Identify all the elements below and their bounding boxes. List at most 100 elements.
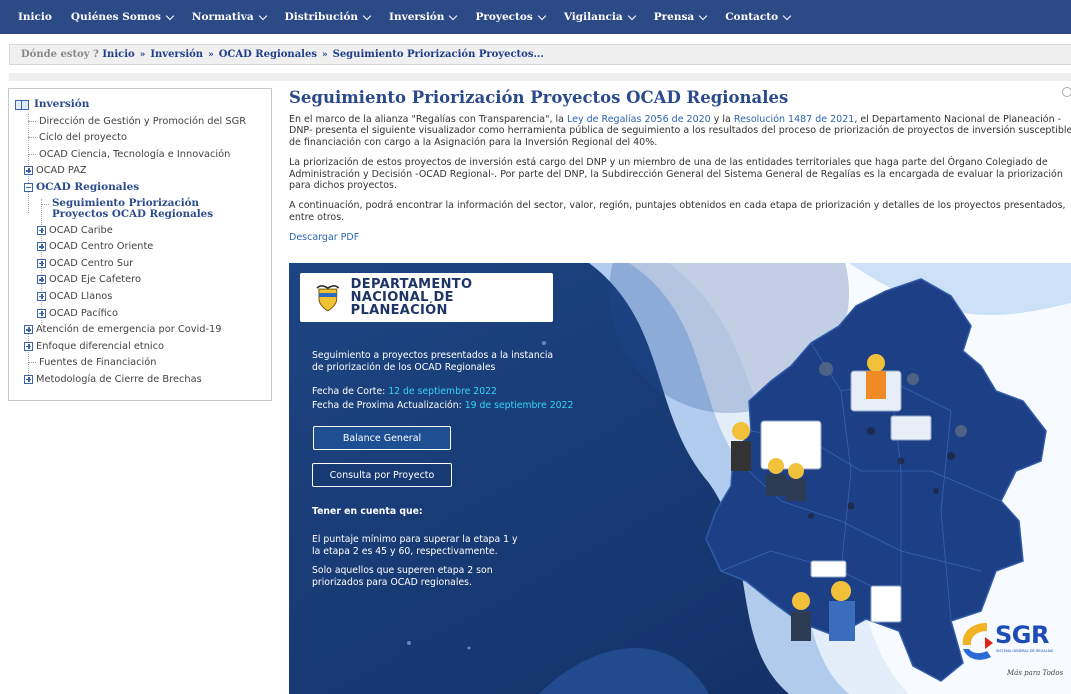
breadcrumb-current[interactable]: Seguimiento Priorización Proyectos... [333, 49, 544, 60]
sidebar-item-label: OCAD Eje Cafetero [49, 274, 141, 286]
sidebar-item-label: Seguimiento Priorización Proyectos OCAD … [52, 196, 214, 221]
breadcrumb-separator-icon: » [139, 49, 146, 60]
nav-label: Vigilancia [563, 11, 623, 23]
download-pdf-link[interactable]: Descargar PDF [289, 232, 359, 243]
chevron-down-icon [362, 11, 372, 20]
sidebar-item-ocad-centro-sur[interactable]: OCAD Centro Sur [9, 256, 271, 273]
sidebar-item-label: OCAD Caribe [49, 224, 113, 236]
tree-connector [28, 120, 36, 122]
tree-connector [28, 362, 36, 364]
chevron-down-icon [449, 11, 458, 20]
sidebar-item-label: Metodología de Cierre de Brechas [36, 373, 202, 385]
sidebar-root-inversion[interactable]: Inversión [9, 97, 271, 114]
breadcrumb-separator-icon: » [321, 49, 328, 60]
balance-general-button[interactable]: Balance General [313, 426, 451, 450]
sidebar-item-ciclo-proyecto[interactable]: Ciclo del proyecto [9, 130, 271, 147]
chevron-down-icon [698, 11, 708, 20]
sidebar-item-ocad-centro-oriente[interactable]: OCAD Centro Oriente [9, 239, 271, 256]
main-content: Seguimiento Priorización Proyectos OCAD … [289, 88, 1071, 243]
expand-plus-icon[interactable] [24, 325, 33, 335]
expand-plus-icon[interactable] [37, 258, 46, 268]
sidebar-item-label: OCAD Centro Sur [49, 257, 134, 269]
nav-label: Distribución [284, 11, 359, 23]
breadcrumb-inversion[interactable]: Inversión [150, 49, 203, 60]
sidebar-item-enfoque-diferencial[interactable]: Enfoque diferencial etnico [9, 339, 271, 356]
tree-connector [28, 137, 36, 139]
sidebar-item-metodologia-brechas[interactable]: Metodología de Cierre de Brechas [9, 372, 271, 389]
sidebar-item-ocad-caribe[interactable]: OCAD Caribe [9, 223, 271, 240]
expand-plus-icon[interactable] [24, 341, 33, 351]
expand-plus-icon[interactable] [37, 308, 46, 318]
logo-line: NACIONAL DE PLANEACIÓN [350, 290, 454, 318]
sidebar-item-label: OCAD Centro Oriente [49, 241, 154, 253]
nav-label: Inversión [389, 11, 445, 23]
fecha-corte: Fecha de Corte: 12 de septiembre 2022 [312, 386, 612, 398]
sidebar-item-direccion-gestion[interactable]: Dirección de Gestión y Promoción del SGR [9, 114, 271, 131]
sidebar-item-label: Ciclo del proyecto [39, 132, 127, 144]
nota-priorizados: Solo aquellos que superen etapa 2 son pr… [312, 565, 493, 588]
dashboard-banner[interactable]: DEPARTAMENTO NACIONAL DE PLANEACIÓN Segu… [289, 263, 1071, 694]
sidebar-item-ocad-pacifico[interactable]: OCAD Pacífico [9, 306, 271, 323]
book-icon [15, 100, 29, 110]
expand-plus-icon[interactable] [37, 291, 46, 301]
breadcrumb-ocad-regionales[interactable]: OCAD Regionales [219, 49, 317, 60]
tree-connector [41, 203, 49, 205]
chevron-down-icon [165, 11, 175, 20]
nav-distribucion[interactable]: Distribución [284, 11, 372, 23]
chevron-down-icon [782, 11, 792, 20]
sidebar-item-label: OCAD Regionales [36, 180, 140, 193]
sidebar-item-covid[interactable]: Atención de emergencia por Covid-19 [9, 322, 271, 339]
sidebar-item-ocad-eje-cafetero[interactable]: OCAD Eje Cafetero [9, 272, 271, 289]
sidebar-tree: Inversión Dirección de Gestión y Promoci… [8, 88, 272, 401]
sidebar-item-label: Inversión [34, 98, 90, 110]
paragraph-text: En el marco de la alianza "Regalías con … [289, 114, 568, 125]
nav-contacto[interactable]: Contacto [725, 11, 792, 23]
sgr-slogan: Más para Todos [1007, 669, 1064, 677]
collapse-minus-icon[interactable] [24, 182, 33, 192]
expand-plus-icon[interactable] [24, 374, 33, 384]
divider [9, 73, 1071, 81]
nav-quienes-somos[interactable]: Quiénes Somos [70, 11, 175, 23]
breadcrumb-inicio[interactable]: Inicio [102, 49, 134, 60]
fecha-corte-label: Fecha de Corte: [312, 386, 389, 397]
nav-proyectos[interactable]: Proyectos [475, 11, 547, 23]
fecha-corte-value: 12 de septiembre 2022 [388, 386, 497, 397]
paragraph-text: y la [710, 114, 734, 125]
sidebar-item-label: Atención de emergencia por Covid-19 [36, 324, 222, 336]
nav-inicio[interactable]: Inicio [18, 11, 52, 23]
nota-titulo: Tener en cuenta que: [312, 506, 423, 517]
logo-text: DEPARTAMENTO NACIONAL DE PLANEACIÓN [351, 278, 553, 317]
sidebar-item-label: OCAD Llanos [49, 290, 113, 302]
sgr-logo: SGR SISTEMA GENERAL DE REGALÍAS Más para… [957, 615, 1067, 693]
banner-intro: Seguimiento a proyectos presentados a la… [312, 350, 554, 373]
nav-label: Proyectos [475, 11, 533, 23]
page-title: Seguimiento Priorización Proyectos OCAD … [289, 88, 789, 107]
sidebar-item-label: OCAD PAZ [36, 165, 87, 177]
info-paragraph: A continuación, podrá encontrar la infor… [289, 200, 1066, 223]
nav-prensa[interactable]: Prensa [654, 11, 708, 23]
nav-label: Inicio [18, 11, 52, 23]
link-resolucion[interactable]: Resolución 1487 de 2021 [734, 114, 854, 125]
nav-vigilancia[interactable]: Vigilancia [563, 11, 636, 23]
expand-plus-icon[interactable] [37, 275, 46, 285]
sidebar-item-seguimiento-priorizacion[interactable]: Seguimiento Priorización Proyectos OCAD … [9, 197, 271, 223]
dnp-logo: DEPARTAMENTO NACIONAL DE PLANEACIÓN [300, 273, 553, 322]
sidebar-item-ocad-paz[interactable]: OCAD PAZ [9, 163, 271, 180]
expand-plus-icon[interactable] [24, 166, 33, 176]
link-ley-regalias[interactable]: Ley de Regalías 2056 de 2020 [567, 114, 711, 125]
nav-label: Quiénes Somos [70, 11, 161, 23]
consulta-proyecto-button[interactable]: Consulta por Proyecto [312, 463, 452, 487]
sgr-wordmark: SGR [995, 621, 1049, 649]
coat-of-arms-icon [316, 284, 340, 311]
sidebar-item-ocad-ciencia[interactable]: OCAD Ciencia, Tecnología e Innovación [9, 147, 271, 164]
sidebar-item-ocad-regionales[interactable]: OCAD Regionales [9, 180, 271, 197]
expand-plus-icon[interactable] [37, 225, 46, 235]
nav-normativa[interactable]: Normativa [192, 11, 267, 23]
chevron-down-icon [537, 11, 547, 20]
sidebar-item-ocad-llanos[interactable]: OCAD Llanos [9, 289, 271, 306]
breadcrumb: Dónde estoy ? Inicio » Inversión » OCAD … [9, 44, 1071, 65]
intro-paragraph: En el marco de la alianza "Regalías con … [289, 114, 1071, 148]
expand-plus-icon[interactable] [37, 242, 46, 252]
nav-inversion[interactable]: Inversión [389, 11, 458, 23]
sidebar-item-fuentes-financiacion[interactable]: Fuentes de Financiación [9, 355, 271, 372]
